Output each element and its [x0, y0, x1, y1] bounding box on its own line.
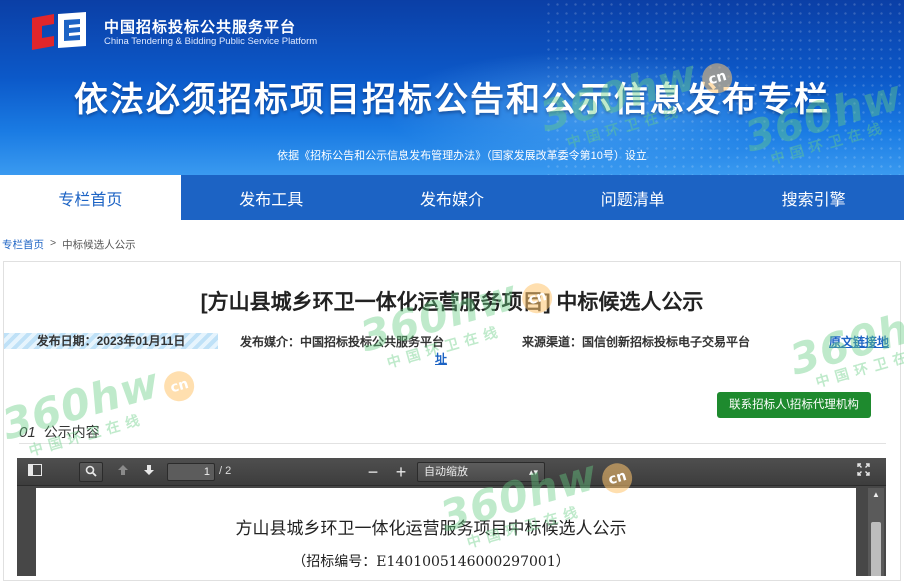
breadcrumb-current: 中标候选人公示: [62, 239, 136, 251]
nav-item-search-engine[interactable]: 搜索引擎: [723, 175, 904, 220]
publish-media: 发布媒介：中国招标投标公共服务平台 址: [240, 333, 490, 367]
pdf-page: 方山县城乡环卫一体化运营服务项目中标候选人公示 （招标编号：E140100514…: [36, 488, 856, 576]
page-title: 依法必须招标项目招标公告和公示信息发布专栏: [74, 81, 830, 119]
pdf-viewer: / 2 − + 自动缩放 ▴▾ 方山县城乡环卫一体化运营服务项目中标候选人公示 …: [17, 458, 886, 576]
chevron-updown-icon: ▴▾: [528, 467, 538, 477]
scroll-up-icon[interactable]: ▲: [868, 488, 884, 502]
platform-logo-icon[interactable]: [28, 12, 90, 50]
main-nav: 专栏首页 发布工具 发布媒介 问题清单 搜索引擎: [0, 175, 904, 220]
page-total: / 2: [219, 465, 232, 477]
site-name[interactable]: 中国招标投标公共服务平台: [104, 16, 296, 37]
zoom-in-icon[interactable]: +: [389, 462, 413, 482]
article-title: [方山县城乡环卫一体化运营服务项目] 中标候选人公示: [200, 291, 704, 314]
scrollbar-thumb[interactable]: [871, 522, 881, 576]
nav-item-publish-tools[interactable]: 发布工具: [181, 175, 362, 220]
breadcrumb-separator-icon: >: [50, 237, 57, 249]
previous-page-icon[interactable]: [111, 462, 135, 482]
publish-date: 发布日期：2023年01月11日: [4, 333, 218, 349]
publish-media-link[interactable]: 址: [240, 350, 490, 367]
nav-item-publish-media[interactable]: 发布媒介: [362, 175, 543, 220]
zoom-select[interactable]: 自动缩放 ▴▾: [417, 462, 545, 482]
section-number: 01: [19, 424, 36, 441]
original-link[interactable]: 原文链接地: [829, 333, 889, 350]
zoom-out-icon[interactable]: −: [361, 462, 385, 482]
header-banner: 中国招标投标公共服务平台 China Tendering & Bidding P…: [0, 0, 904, 175]
section-label: 公示内容: [43, 424, 100, 440]
document-code: （招标编号：E1401005146000297001）: [292, 554, 570, 570]
pdf-toolbar: / 2 − + 自动缩放 ▴▾: [17, 458, 886, 486]
search-icon[interactable]: [79, 462, 103, 482]
nav-item-faq[interactable]: 问题清单: [542, 175, 723, 220]
breadcrumb: 专栏首页 > 中标候选人公示: [2, 237, 136, 252]
nav-item-home[interactable]: 专栏首页: [0, 175, 181, 220]
site-name-english: China Tendering & Bidding Public Service…: [104, 36, 318, 47]
zoom-select-value: 自动缩放: [424, 466, 468, 478]
pdf-scrollbar[interactable]: ▲: [868, 488, 884, 576]
contact-agency-button[interactable]: 联系招标人\招标代理机构: [717, 392, 871, 418]
breadcrumb-home-link[interactable]: 专栏首页: [2, 237, 44, 252]
sidebar-toggle-icon[interactable]: [23, 462, 47, 482]
source-channel: 来源渠道：国信创新招标投标电子交易平台: [522, 335, 751, 349]
next-page-icon[interactable]: [137, 462, 161, 482]
legal-basis-text: 依据《招标公告和公示信息发布管理办法》（国家发展改革委令第10号）设立: [277, 150, 647, 162]
fullscreen-icon[interactable]: [851, 462, 875, 482]
section-header: 01 公示内容: [19, 422, 100, 442]
page-number-input[interactable]: [167, 463, 215, 481]
document-title: 方山县城乡环卫一体化运营服务项目中标候选人公示: [235, 519, 627, 539]
publish-media-text: 发布媒介：中国招标投标公共服务平台: [240, 335, 445, 349]
section-divider: [19, 443, 886, 444]
